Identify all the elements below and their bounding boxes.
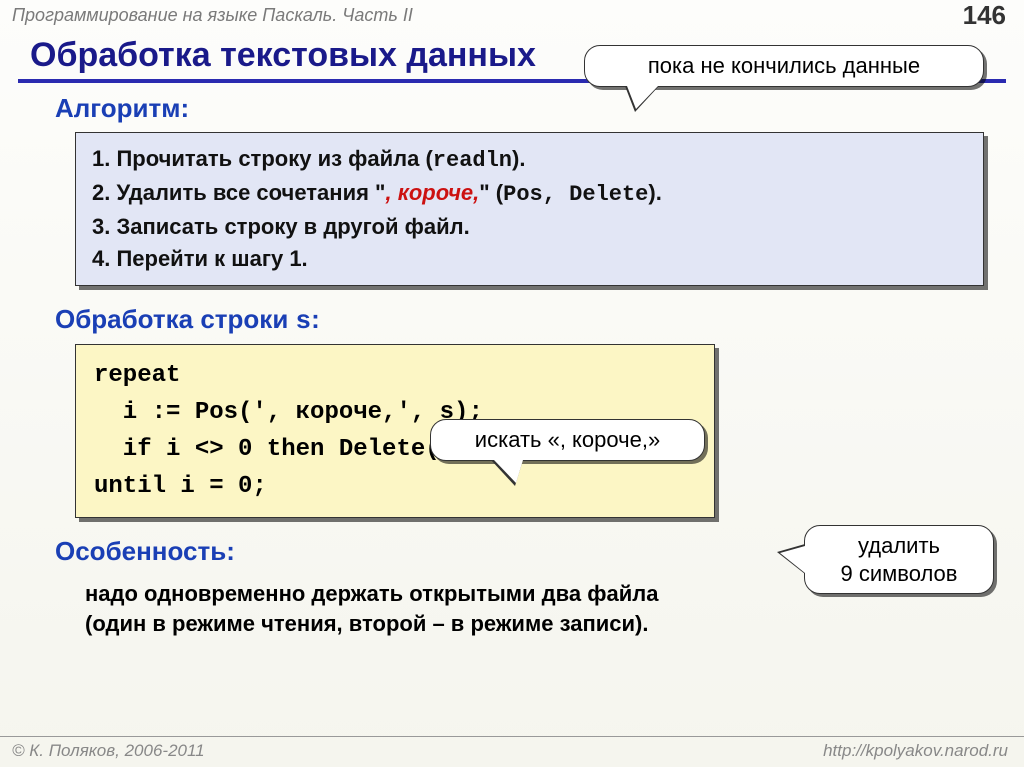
slide-footer: © К. Поляков, 2006-2011 http://kpolyakov… — [0, 736, 1024, 767]
page-number: 146 — [963, 0, 1006, 31]
slide-content: пока не кончились данные Алгоритм: 1. Пр… — [0, 93, 1024, 639]
callout-top-text: пока не кончились данные — [648, 53, 920, 78]
callout-delete-l2: 9 символов — [841, 561, 958, 586]
callout-search: искать «, короче,» — [430, 419, 705, 461]
callout-tail-icon — [777, 544, 805, 574]
algo-step-4: 4. Перейти к шагу 1. — [92, 243, 967, 275]
algo-step-2: 2. Удалить все сочетания ", короче," (Po… — [92, 177, 967, 211]
processing-label: Обработка строки s: — [55, 304, 984, 336]
course-title: Программирование на языке Паскаль. Часть… — [12, 5, 413, 26]
callout-delete-l1: удалить — [858, 533, 940, 558]
algorithm-label: Алгоритм: — [55, 93, 984, 124]
algorithm-box: 1. Прочитать строку из файла (readln). 2… — [75, 132, 984, 286]
algo-step-3: 3. Записать строку в другой файл. — [92, 211, 967, 243]
callout-tail-icon — [625, 86, 659, 112]
callout-tail-icon — [491, 460, 523, 486]
code-line: until i = 0; — [94, 468, 696, 505]
callout-search-text: искать «, короче,» — [475, 427, 660, 452]
copyright: © К. Поляков, 2006-2011 — [12, 741, 205, 761]
slide-header: Программирование на языке Паскаль. Часть… — [0, 0, 1024, 30]
footer-url: http://kpolyakov.narod.ru — [823, 741, 1008, 761]
algo-step-1: 1. Прочитать строку из файла (readln). — [92, 143, 967, 177]
callout-top: пока не кончились данные — [584, 45, 984, 87]
code-line: repeat — [94, 357, 696, 394]
callout-delete: удалить 9 символов — [804, 525, 994, 594]
